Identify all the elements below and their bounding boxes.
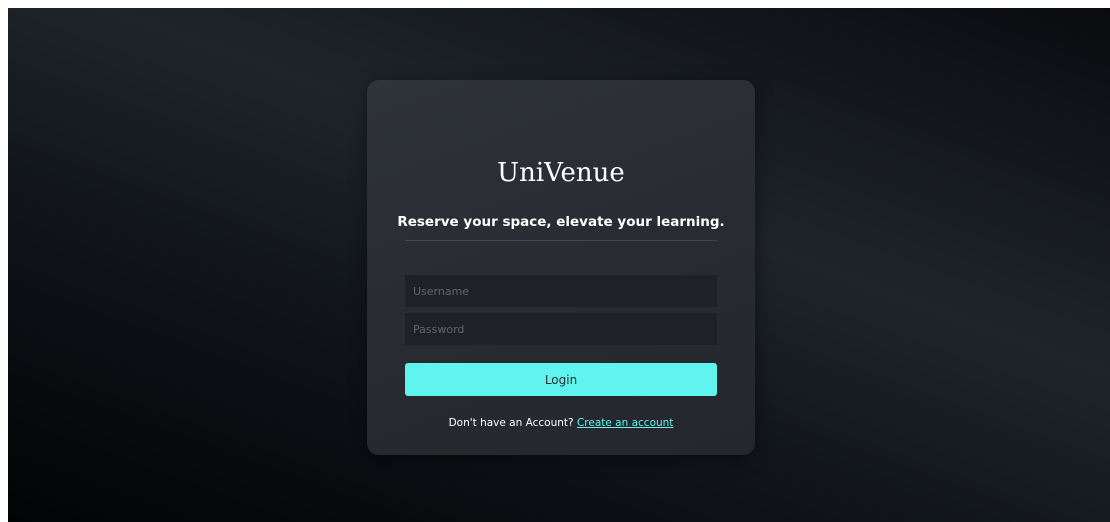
signup-prompt: Don't have an Account? xyxy=(448,417,574,429)
login-button[interactable]: Login xyxy=(405,363,717,396)
signup-prompt-line: Don't have an Account? Create an account xyxy=(367,416,755,430)
app-tagline: Reserve your space, elevate your learnin… xyxy=(397,214,725,230)
app-title: UniVenue xyxy=(497,158,625,188)
page-background: UniVenue Reserve your space, elevate you… xyxy=(8,8,1110,522)
username-input[interactable] xyxy=(405,275,717,307)
login-card: UniVenue Reserve your space, elevate you… xyxy=(367,80,755,455)
password-input[interactable] xyxy=(405,313,717,345)
create-account-link[interactable]: Create an account xyxy=(577,417,673,429)
divider xyxy=(405,240,717,241)
